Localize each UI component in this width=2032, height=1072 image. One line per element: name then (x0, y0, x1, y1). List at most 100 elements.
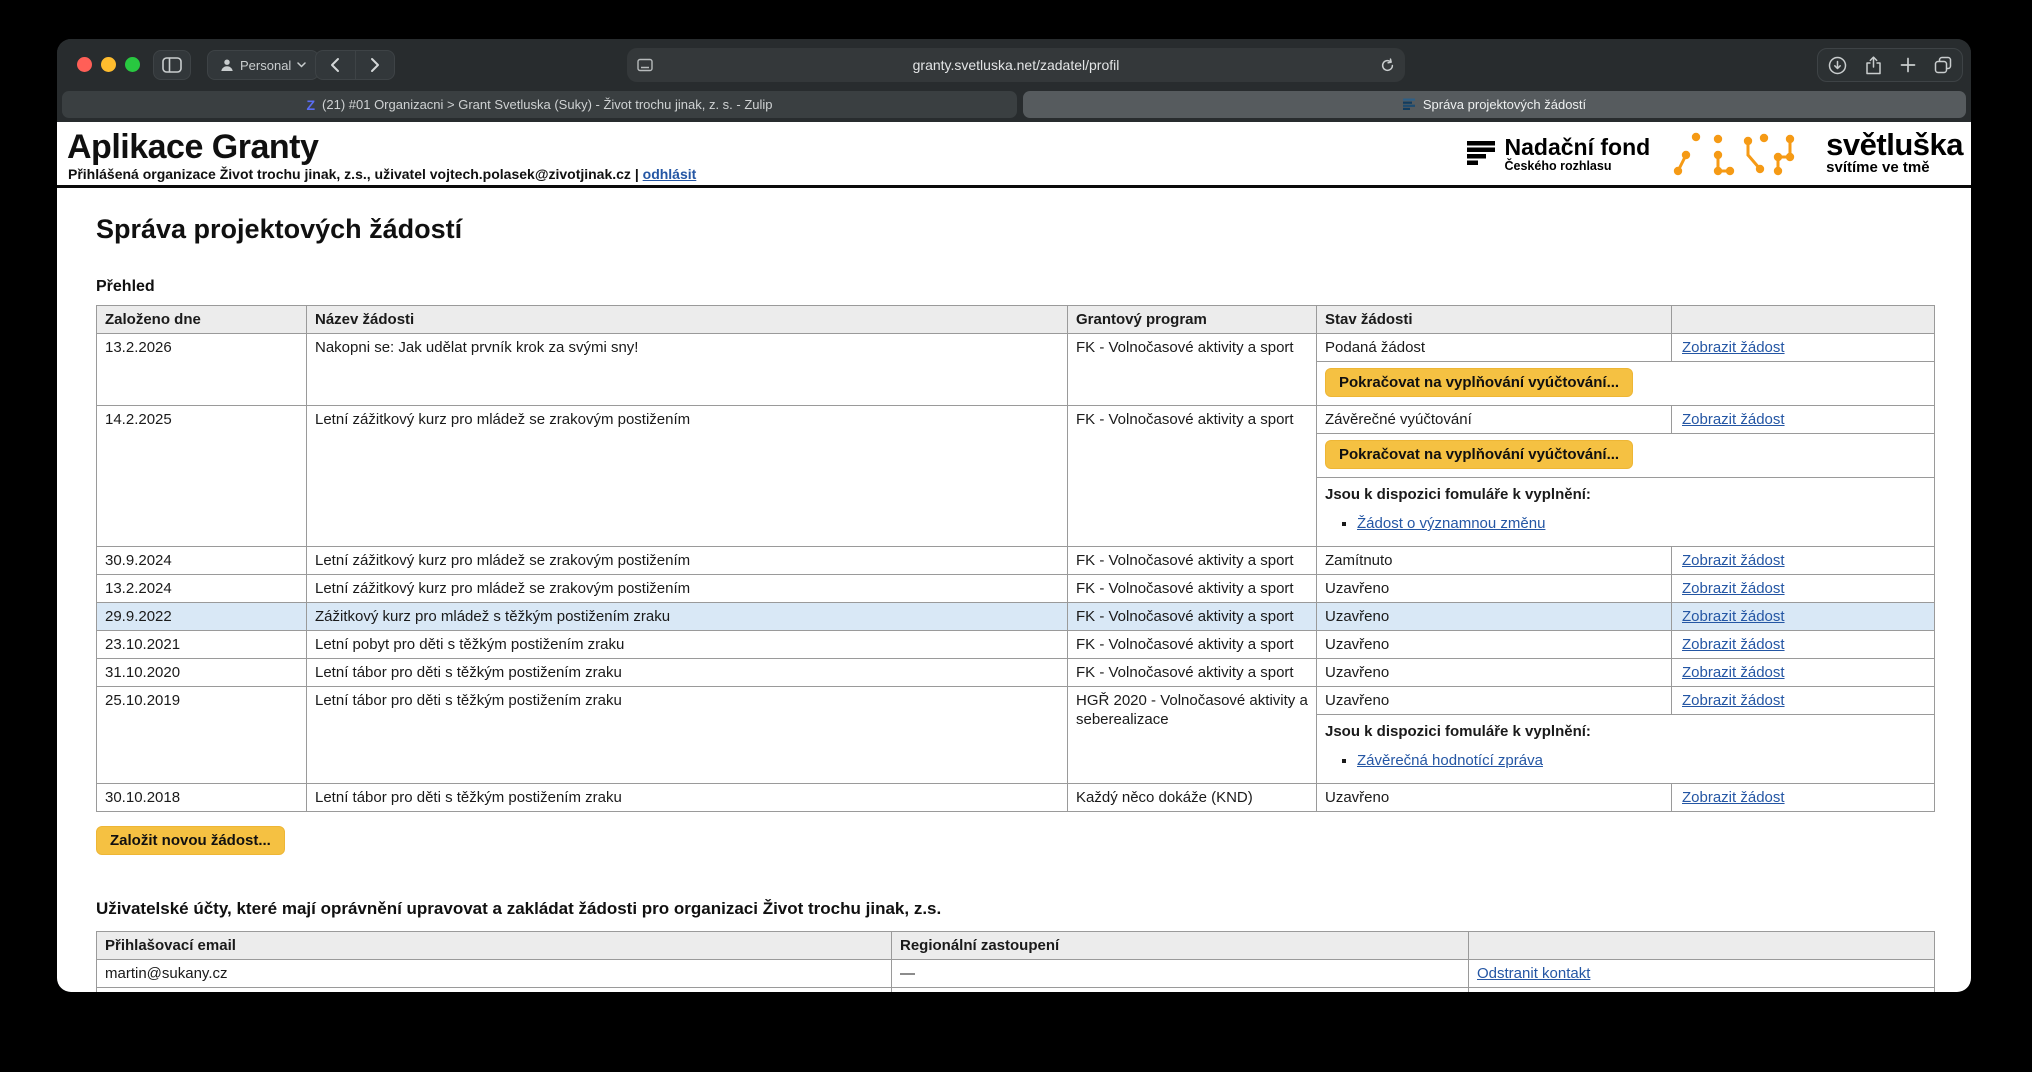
tab-sprava-zadosti[interactable]: Správa projektových žádostí (1023, 91, 1966, 118)
share-icon (1865, 56, 1882, 75)
status-line: UzavřenoZobrazit žádost (1317, 603, 1934, 630)
column-header (1469, 932, 1934, 959)
request-program: FK - Volnočasové aktivity a sport (1068, 575, 1317, 602)
logout-link[interactable]: odhlásit (643, 166, 697, 182)
available-forms-area: Jsou k dispozici fomuláře k vyplnění:Záv… (1317, 715, 1934, 783)
chevron-down-icon (297, 62, 306, 68)
request-status: Uzavřeno (1317, 784, 1672, 811)
users-table-header: Přihlašovací emailRegionální zastoupení (97, 932, 1934, 960)
view-request-link[interactable]: Zobrazit žádost (1682, 411, 1785, 428)
tab-label: Správa projektových žádostí (1423, 97, 1586, 112)
view-request-cell: Zobrazit žádost (1672, 687, 1934, 714)
navigation-buttons (315, 50, 395, 80)
request-date: 25.10.2019 (97, 687, 307, 783)
forward-icon (372, 59, 378, 71)
view-request-link[interactable]: Zobrazit žádost (1682, 636, 1785, 653)
view-request-cell: Zobrazit žádost (1672, 406, 1934, 433)
users-heading: Uživatelské účty, které mají oprávnění u… (96, 899, 1933, 919)
view-request-link[interactable]: Zobrazit žádost (1682, 692, 1785, 709)
request-row: 23.10.2021Letní pobyt pro děti s těžkým … (97, 631, 1934, 659)
status-line: Uzavřeno Zobrazit žádost (1317, 575, 1934, 602)
request-status: Uzavřeno (1317, 575, 1672, 602)
new-tab-button[interactable] (1900, 57, 1916, 73)
view-request-cell: Zobrazit žádost (1672, 784, 1934, 811)
ceskeho-rozhlasu-text: Českého rozhlasu (1505, 159, 1651, 173)
tab-overview-button[interactable] (1934, 56, 1952, 74)
continue-button-area: Pokračovat na vyplňování vyúčtování... (1317, 434, 1934, 477)
forward-button[interactable] (355, 50, 396, 80)
view-request-cell: Zobrazit žádost (1672, 631, 1934, 658)
user-region: — (892, 960, 1469, 987)
request-row: 25.10.2019Letní tábor pro děti s těžkým … (97, 687, 1934, 784)
back-icon (332, 59, 338, 71)
continue-settlement-button[interactable]: Pokračovat na vyplňování vyúčtování... (1325, 368, 1633, 397)
address-bar[interactable]: granty.svetluska.net/zadatel/profil (627, 48, 1405, 82)
remove-contact-link[interactable]: Odstranit kontakt (1477, 965, 1590, 982)
form-link[interactable]: Závěrečná hodnotící zpráva (1357, 752, 1543, 769)
available-forms-area: Jsou k dispozici fomuláře k vyplnění: Žád… (1317, 477, 1934, 546)
status-line: ZamítnutoZobrazit žádost (1317, 547, 1934, 574)
continue-settlement-button[interactable]: Pokračovat na vyplňování vyúčtování... (1325, 440, 1633, 469)
request-name: Letní tábor pro děti s těžkým postižením… (307, 784, 1068, 811)
share-button[interactable] (1865, 56, 1882, 75)
requests-table: Založeno dneNázev žádostiGrantový progra… (96, 305, 1935, 812)
back-button[interactable] (315, 50, 355, 80)
plus-icon (1900, 57, 1916, 73)
request-date: 14.2.2025 (97, 406, 307, 546)
column-header: Regionální zastoupení (892, 932, 1469, 959)
request-status-cell: Uzavřeno Zobrazit žádost (1317, 575, 1934, 602)
svetluska-logo: světluška svítíme ve tmě (1826, 131, 1963, 176)
url-text: granty.svetluska.net/zadatel/profil (627, 57, 1405, 73)
request-row: 14.2.2025Letní zážitkový kurz pro mládež… (97, 406, 1934, 547)
request-date: 29.9.2022 (97, 603, 307, 630)
request-name: Nakopni se: Jak udělat prvník krok za sv… (307, 334, 1068, 405)
request-name: Letní pobyt pro děti s těžkým postižením… (307, 631, 1068, 658)
sidebar-toggle-button[interactable] (153, 50, 191, 80)
column-header (1672, 306, 1934, 333)
user-action-cell: Odstranit kontakt (1469, 960, 1934, 987)
user-action-cell: Odstranit kontakt (1469, 988, 1934, 992)
minimize-window-button[interactable] (101, 57, 116, 72)
close-window-button[interactable] (77, 57, 92, 72)
status-line: UzavřenoZobrazit žádost (1317, 687, 1934, 715)
new-request-button[interactable]: Založit novou žádost... (96, 826, 285, 855)
view-request-cell: Zobrazit žádost (1672, 659, 1934, 686)
view-request-link[interactable]: Zobrazit žádost (1682, 789, 1785, 806)
request-status-cell: UzavřenoZobrazit žádost (1317, 631, 1934, 658)
form-link[interactable]: Žádost o významnou změnu (1357, 515, 1545, 532)
request-row: 31.10.2020Letní tábor pro děti s těžkým … (97, 659, 1934, 687)
user-region: — (892, 988, 1469, 992)
requests-table-header: Založeno dneNázev žádostiGrantový progra… (97, 306, 1934, 334)
app-title: Aplikace Granty (67, 128, 318, 167)
request-row: 30.10.2018Letní tábor pro děti s těžkým … (97, 784, 1934, 811)
status-line: UzavřenoZobrazit žádost (1317, 659, 1934, 686)
login-text: Přihlášená organizace Život trochu jinak… (68, 166, 639, 182)
forms-label: Jsou k dispozici fomuláře k vyplnění: (1325, 486, 1926, 503)
granty-favicon (1403, 98, 1416, 111)
view-request-link[interactable]: Zobrazit žádost (1682, 608, 1785, 625)
request-status-cell: Uzavřeno Zobrazit žádost (1317, 784, 1934, 811)
profile-menu-button[interactable]: Personal (207, 50, 319, 80)
toolbar-right-group (1817, 48, 1963, 82)
request-row: 29.9.2022Zážitkový kurz pro mládež s těž… (97, 603, 1934, 631)
request-status-cell: Podaná žádostZobrazit žádostPokračovat n… (1317, 334, 1934, 405)
svetluska-constellation-icon (1672, 127, 1804, 181)
nadacni-fond-logo: Nadační fond Českého rozhlasu (1467, 135, 1651, 173)
tab-bar: Z (21) #01 Organizacni > Grant Svetluska… (57, 91, 1971, 122)
request-status-cell: UzavřenoZobrazit žádostJsou k dispozici … (1317, 687, 1934, 783)
view-request-cell: Zobrazit žádost (1672, 547, 1934, 574)
column-header: Stav žádosti (1317, 306, 1672, 333)
column-header: Grantový program (1068, 306, 1317, 333)
status-line: Závěrečné vyúčtováníZobrazit žádost (1317, 406, 1934, 434)
view-request-link[interactable]: Zobrazit žádost (1682, 552, 1785, 569)
column-header: Název žádosti (307, 306, 1068, 333)
column-header: Přihlašovací email (97, 932, 892, 959)
downloads-button[interactable] (1828, 56, 1847, 75)
view-request-link[interactable]: Zobrazit žádost (1682, 580, 1785, 597)
zoom-window-button[interactable] (125, 57, 140, 72)
request-name: Letní tábor pro děti s těžkým postižením… (307, 687, 1068, 783)
tab-zulip[interactable]: Z (21) #01 Organizacni > Grant Svetluska… (62, 91, 1017, 118)
partner-logos: Nadační fond Českého rozhlasu (1467, 122, 1964, 185)
view-request-link[interactable]: Zobrazit žádost (1682, 339, 1785, 356)
view-request-link[interactable]: Zobrazit žádost (1682, 664, 1785, 681)
